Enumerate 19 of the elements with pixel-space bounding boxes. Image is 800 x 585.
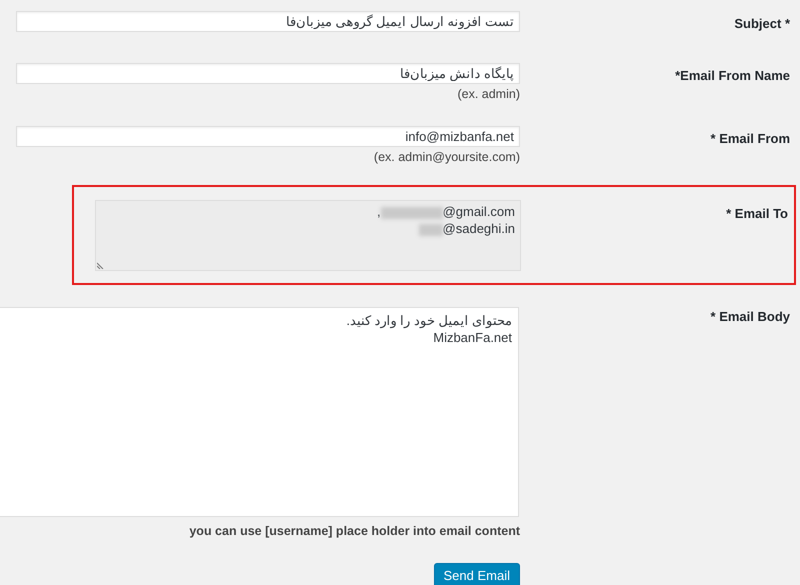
redacted-text bbox=[418, 224, 443, 236]
separator-text: , bbox=[376, 204, 381, 219]
text-input[interactable]: info@mizbanfa.net bbox=[16, 126, 520, 148]
text-input[interactable]: پایگاه دانش میزبان‌فا bbox=[16, 62, 520, 84]
field-label: Subject * bbox=[734, 16, 790, 31]
text-input[interactable]: تست افزونه ارسال ایمیل گروهی میزبان‌فا bbox=[16, 11, 520, 32]
note-text: you can use [username] place holder into email content bbox=[189, 523, 520, 540]
hint-text: (ex. admin@yoursite.com) bbox=[374, 149, 520, 166]
field-label: * Email To bbox=[726, 206, 788, 221]
field-label: *Email From Name bbox=[675, 68, 790, 82]
field-label: * Email Body bbox=[710, 309, 790, 324]
recipients-field[interactable]: , @gmail.com @sadeghi.in bbox=[95, 200, 521, 271]
email-address: @sadeghi.in bbox=[442, 221, 515, 236]
hint-text: (ex. admin) bbox=[457, 86, 520, 103]
send-button[interactable]: Send Email bbox=[434, 562, 520, 585]
redacted-text bbox=[380, 206, 443, 219]
resize-grip-icon[interactable] bbox=[97, 262, 104, 269]
email-address: @gmail.com bbox=[442, 204, 515, 219]
field-label: * Email From bbox=[710, 131, 790, 146]
